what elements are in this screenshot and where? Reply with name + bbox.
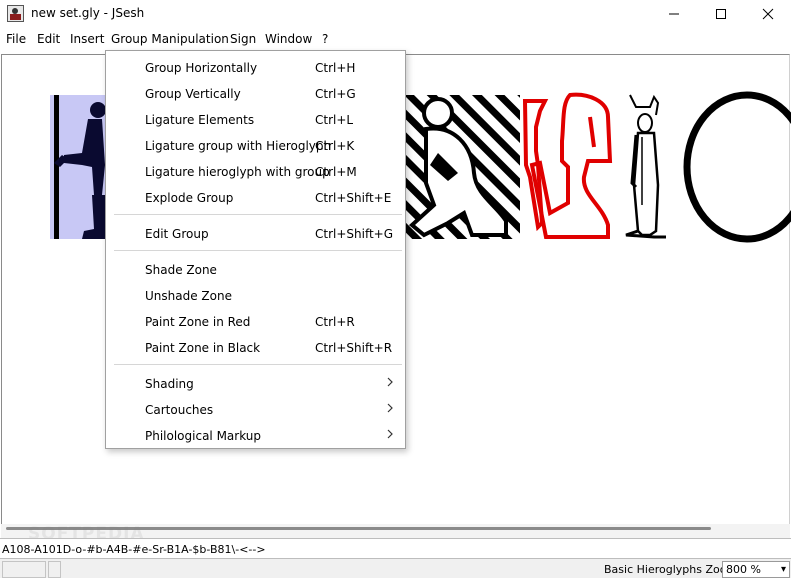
zoom-select[interactable]: 800 % ▾ — [722, 561, 790, 578]
close-button[interactable] — [745, 0, 791, 28]
menu-separator — [114, 214, 402, 215]
menu-item-label: Paint Zone in Red — [145, 315, 251, 329]
menu-item-ligature-group-with-hieroglyph[interactable]: Ligature group with Hieroglyph Ctrl+K — [106, 132, 405, 158]
menu-item-label: Unshade Zone — [145, 289, 232, 303]
standing-goddess-glyph[interactable] — [625, 94, 666, 239]
red-goddess-glyph[interactable] — [522, 92, 613, 239]
menu-item-cartouches[interactable]: Cartouches — [106, 396, 405, 422]
menu-file[interactable]: File — [6, 32, 26, 46]
menu-item-label: Shading — [145, 377, 194, 391]
menu-window[interactable]: Window — [265, 32, 312, 46]
kneeling-figure-glyph[interactable] — [406, 95, 520, 239]
menu-item-shortcut: Ctrl+H — [315, 61, 356, 75]
maximize-button[interactable] — [698, 0, 744, 28]
menu-edit[interactable]: Edit — [37, 32, 60, 46]
menu-item-label: Paint Zone in Black — [145, 341, 261, 355]
menu-item-label: Edit Group — [145, 227, 209, 241]
chevron-right-icon — [387, 403, 393, 413]
oval-glyph[interactable] — [683, 91, 791, 243]
window-title: new set.gly - JSesh — [31, 6, 145, 20]
menu-item-philological-markup[interactable]: Philological Markup — [106, 422, 405, 448]
mdc-code-input[interactable] — [2, 542, 788, 557]
menu-bar: File Edit Insert Group Manipulation Sign… — [0, 28, 791, 50]
menu-separator — [114, 364, 402, 365]
menu-separator — [114, 250, 402, 251]
menu-item-label: Ligature Elements — [145, 113, 255, 127]
menu-item-shortcut: Ctrl+K — [315, 139, 355, 153]
menu-item-paint-zone-black[interactable]: Paint Zone in Black Ctrl+Shift+R — [106, 334, 405, 360]
minimize-button[interactable] — [651, 0, 697, 28]
menu-item-ligature-elements[interactable]: Ligature Elements Ctrl+L — [106, 106, 405, 132]
menu-item-shortcut: Ctrl+Shift+G — [315, 227, 394, 241]
menu-item-edit-group[interactable]: Edit Group Ctrl+Shift+G — [106, 220, 405, 246]
status-field-1 — [2, 561, 46, 578]
font-zoom-label: Basic Hieroglyphs Zoom — [604, 563, 738, 576]
menu-item-label: Ligature hieroglyph with group — [145, 165, 330, 179]
zoom-value: 800 % — [726, 563, 761, 576]
menu-item-shade-zone[interactable]: Shade Zone — [106, 256, 405, 282]
status-field-2 — [48, 561, 61, 578]
group-manipulation-menu: Group Horizontally Ctrl+H Group Vertical… — [105, 50, 406, 449]
jsesh-app-icon[interactable] — [7, 5, 24, 22]
menu-item-label: Explode Group — [145, 191, 234, 205]
menu-item-label: Group Horizontally — [145, 61, 258, 75]
menu-help[interactable]: ? — [322, 32, 328, 46]
menu-item-label: Shade Zone — [145, 263, 217, 277]
chevron-down-icon: ▾ — [780, 564, 786, 575]
status-bar: Basic Hieroglyphs Zoom 800 % ▾ — [0, 558, 791, 578]
close-icon — [762, 8, 774, 20]
menu-item-group-vertically[interactable]: Group Vertically Ctrl+G — [106, 80, 405, 106]
menu-item-shortcut: Ctrl+R — [315, 315, 355, 329]
menu-insert[interactable]: Insert — [70, 32, 104, 46]
menu-item-shortcut: Ctrl+Shift+R — [315, 341, 393, 355]
title-bar: new set.gly - JSesh — [0, 0, 791, 28]
mdc-code-line — [0, 538, 791, 558]
menu-sign[interactable]: Sign — [230, 32, 256, 46]
chevron-right-icon — [387, 377, 393, 387]
menu-item-explode-group[interactable]: Explode Group Ctrl+Shift+E — [106, 184, 405, 210]
menu-item-unshade-zone[interactable]: Unshade Zone — [106, 282, 405, 308]
minimize-icon — [669, 13, 679, 15]
menu-item-label: Cartouches — [145, 403, 214, 417]
menu-item-group-horizontally[interactable]: Group Horizontally Ctrl+H — [106, 54, 405, 80]
menu-group-manipulation[interactable]: Group Manipulation — [111, 32, 229, 46]
menu-item-label: Ligature group with Hieroglyph — [145, 139, 332, 153]
menu-item-ligature-hieroglyph-with-group[interactable]: Ligature hieroglyph with group Ctrl+M — [106, 158, 405, 184]
menu-item-shortcut: Ctrl+M — [315, 165, 357, 179]
menu-item-shortcut: Ctrl+L — [315, 113, 354, 127]
menu-item-label: Philological Markup — [145, 429, 262, 443]
maximize-icon — [716, 9, 726, 19]
chevron-right-icon — [387, 429, 393, 439]
menu-item-shading[interactable]: Shading — [106, 370, 405, 396]
menu-item-paint-zone-red[interactable]: Paint Zone in Red Ctrl+R — [106, 308, 405, 334]
menu-item-shortcut: Ctrl+Shift+E — [315, 191, 392, 205]
menu-item-shortcut: Ctrl+G — [315, 87, 356, 101]
menu-item-label: Group Vertically — [145, 87, 241, 101]
